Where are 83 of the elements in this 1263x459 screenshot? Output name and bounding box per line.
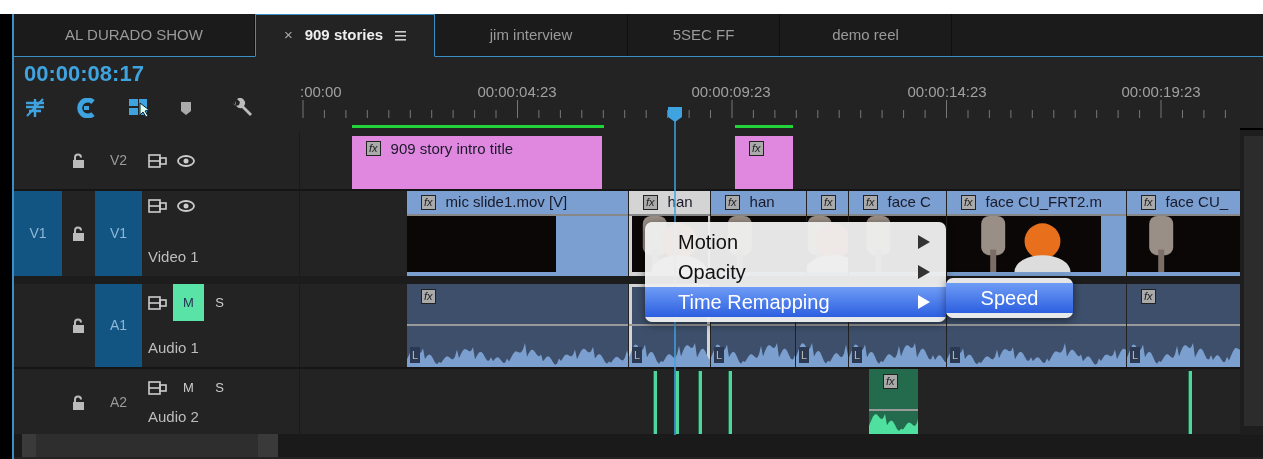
sync-lock-icon[interactable] [148, 380, 167, 395]
lock-icon[interactable] [72, 153, 85, 168]
clip-title: face C [887, 192, 931, 213]
wrench-icon[interactable] [232, 98, 253, 118]
clip[interactable]: fx [735, 136, 793, 189]
mute-button[interactable]: M [173, 284, 204, 321]
eye-icon[interactable] [177, 199, 195, 213]
submenu-arrow-icon [918, 295, 930, 309]
track-target-button[interactable]: A2 [95, 369, 142, 437]
clip-title: 909 story intro title [390, 141, 514, 157]
close-tab-button[interactable]: × [283, 24, 293, 47]
timecode[interactable]: 00:00:08:17 [24, 61, 300, 87]
channel-label: L [714, 346, 725, 363]
ruler-label: 00:00:19:23 [1121, 82, 1201, 102]
render-bar [735, 125, 793, 128]
ruler-label: 00:00:04:23 [477, 82, 557, 102]
track-name: Audio 1 [148, 337, 200, 358]
fx-badge: fx [366, 141, 381, 156]
clip[interactable]: fx 909 story intro title [352, 136, 602, 189]
channel-label: L [1130, 346, 1141, 363]
fx-badge: fx [883, 374, 898, 389]
lock-icon[interactable] [72, 226, 85, 241]
clip[interactable] [698, 371, 702, 434]
sync-lock-icon[interactable] [148, 153, 167, 168]
track-target-button[interactable]: V2 [95, 132, 142, 189]
fx-badge: fx [961, 195, 976, 210]
horizontal-scrollbar[interactable] [14, 434, 1263, 457]
source-patch-button[interactable]: V1 [14, 191, 62, 276]
channel-label: L [410, 346, 421, 363]
track-target-button[interactable]: V1 [95, 191, 142, 276]
ruler-label: 00:00:09:23 [691, 82, 771, 102]
magnet-icon[interactable] [76, 98, 96, 118]
menu-item[interactable]: Speed [946, 283, 1073, 313]
scrollbar-thumb[interactable] [22, 434, 278, 457]
fx-badge: fx [1141, 195, 1156, 210]
track-name: Video 1 [148, 246, 200, 267]
audio-waveform [869, 414, 918, 434]
sync-lock-icon[interactable] [148, 199, 167, 213]
clip-title: mic slide1.mov [V] [445, 192, 568, 213]
snap-icon[interactable] [24, 98, 46, 118]
fx-badge: fx [421, 195, 436, 210]
ruler-label: 00:00:14:23 [907, 82, 987, 102]
fx-badge: fx [821, 195, 836, 210]
clip[interactable]: fx face CU_FRT2.m [946, 191, 1126, 276]
fx-badge: fx [421, 289, 436, 304]
sync-lock-icon[interactable] [148, 295, 167, 310]
clip[interactable] [675, 371, 679, 434]
fx-badge: fx [725, 195, 740, 210]
linked-selection-icon[interactable] [128, 97, 150, 119]
solo-button[interactable]: S [204, 369, 235, 406]
channel-label: L [632, 346, 643, 363]
eye-icon[interactable] [177, 153, 195, 168]
channel-label: L [950, 346, 961, 363]
channel-label: L [852, 346, 863, 363]
channel-label: L [799, 346, 810, 363]
marker-icon[interactable] [180, 100, 192, 116]
clip[interactable]: fx L [406, 284, 628, 367]
ruler-label: :00:00 [300, 82, 342, 102]
fx-badge: fx [749, 141, 764, 156]
fx-badge: fx [1141, 289, 1156, 304]
lock-icon[interactable] [72, 395, 85, 411]
menu-item[interactable]: Time Remapping [645, 287, 946, 317]
vertical-scrollbar[interactable] [1240, 128, 1263, 435]
fx-badge: fx [863, 195, 878, 210]
clip-title: face CU_ [1165, 192, 1229, 213]
clip[interactable] [728, 371, 732, 434]
clip[interactable]: fx L [1126, 284, 1240, 367]
menu-item[interactable]: Opacity [645, 257, 946, 287]
track-name: Audio 2 [148, 407, 200, 427]
clip[interactable] [1188, 371, 1192, 434]
track-target-button[interactable]: A1 [95, 284, 142, 367]
solo-button[interactable]: S [204, 284, 235, 321]
clip[interactable] [653, 371, 657, 434]
tab[interactable]: × 909 stories [255, 14, 435, 57]
mute-button[interactable]: M [173, 369, 204, 406]
clip-title: han [749, 192, 775, 213]
menu-icon[interactable] [395, 30, 407, 41]
clip[interactable]: fx face CU_ [1126, 191, 1240, 276]
lock-icon[interactable] [72, 318, 85, 333]
clip-title: face CU_FRT2.m [985, 192, 1102, 213]
clip[interactable]: fx mic slide1.mov [V] [406, 191, 628, 276]
fx-badge: fx [643, 195, 658, 210]
clip[interactable]: fx [868, 369, 918, 434]
